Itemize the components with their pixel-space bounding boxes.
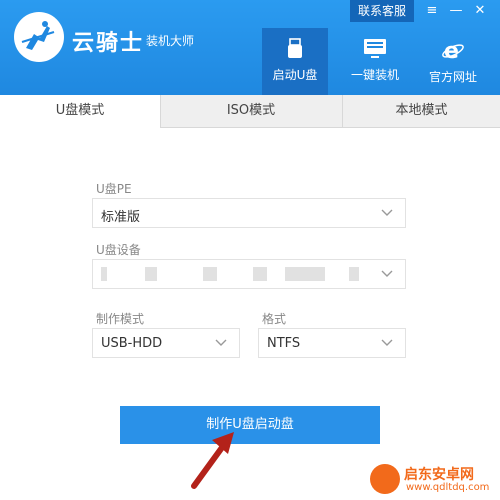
mode-label: 制作模式 xyxy=(96,312,145,326)
mode-tabs: U盘模式 ISO模式 本地模式 xyxy=(0,95,500,128)
pe-label: U盘PE xyxy=(96,182,132,196)
format-value: NTFS xyxy=(267,336,301,351)
device-select[interactable] xyxy=(92,259,406,289)
watermark-logo-icon xyxy=(370,464,400,494)
blurred-text xyxy=(203,267,217,281)
ie-icon: e xyxy=(442,39,464,62)
device-label: U盘设备 xyxy=(96,243,141,257)
mode-select[interactable]: USB-HDD xyxy=(92,328,240,358)
minimize-icon[interactable]: — xyxy=(448,3,464,18)
format-label: 格式 xyxy=(262,312,287,326)
nav-item-label: 一键装机 xyxy=(350,68,399,82)
blurred-text xyxy=(145,267,157,281)
pe-select[interactable]: 标准版 xyxy=(92,198,406,228)
nav-item-one-click-install[interactable]: 一键装机 xyxy=(342,28,408,95)
format-select[interactable]: NTFS xyxy=(258,328,406,358)
menu-icon[interactable]: ≡ xyxy=(424,3,440,18)
chevron-down-icon xyxy=(381,270,393,277)
red-arrow-annotation-icon xyxy=(191,432,234,489)
blurred-text xyxy=(349,267,359,281)
tab-usb-mode[interactable]: U盘模式 xyxy=(0,95,161,128)
brand-subtitle: 装机大师 xyxy=(146,34,195,48)
watermark-text: 启东安卓网 xyxy=(404,467,474,483)
app-header: 云骑士 装机大师 联系客服 ≡ — ✕ 启动U盘 一键装机 e 官方网址 xyxy=(0,0,500,95)
nav-item-official-site[interactable]: e 官方网址 xyxy=(420,28,486,95)
chevron-down-icon xyxy=(381,209,393,216)
knight-logo-icon xyxy=(14,12,64,62)
brand-name: 云骑士 xyxy=(72,31,145,56)
tab-iso-mode[interactable]: ISO模式 xyxy=(160,95,343,127)
blurred-text xyxy=(285,267,325,281)
nav-item-label: 官方网址 xyxy=(428,70,477,84)
mode-value: USB-HDD xyxy=(101,336,163,351)
blurred-text xyxy=(253,267,267,281)
watermark-url: www.qdltdq.com xyxy=(406,482,490,493)
chevron-down-icon xyxy=(381,339,393,346)
pe-value: 标准版 xyxy=(101,210,141,225)
blurred-text xyxy=(101,267,107,281)
close-icon[interactable]: ✕ xyxy=(472,3,488,18)
tab-local-mode[interactable]: 本地模式 xyxy=(343,95,500,127)
monitor-icon xyxy=(364,39,386,58)
chevron-down-icon xyxy=(215,339,227,346)
nav-item-label: 启动U盘 xyxy=(272,68,318,82)
create-usb-boot-disk-button[interactable]: 制作U盘启动盘 xyxy=(120,406,380,444)
usb-icon xyxy=(288,38,302,58)
nav-item-usb-boot[interactable]: 启动U盘 xyxy=(262,28,328,95)
contact-support-button[interactable]: 联系客服 xyxy=(350,0,414,22)
